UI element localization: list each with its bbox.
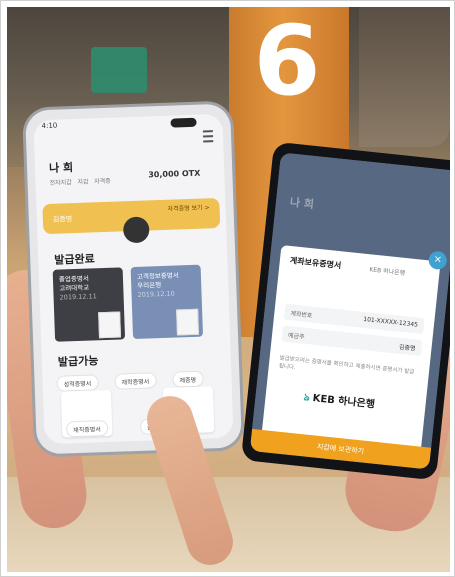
sub-item-license[interactable]: 자격증 bbox=[94, 178, 111, 186]
user-name: 나 희 bbox=[48, 161, 74, 175]
document-icon bbox=[98, 311, 122, 339]
modal-bank-tag: KEB 하나은행 bbox=[369, 266, 406, 278]
issued-card-date: 2019.12.10 bbox=[137, 289, 175, 299]
photo-frame: 6 4:10 나 희 30,000 OTX 전자지갑 지갑 자격증 김증명 자격… bbox=[0, 0, 455, 577]
wallet-app-screen: 4:10 나 희 30,000 OTX 전자지갑 지갑 자격증 김증명 자격증명… bbox=[33, 113, 234, 445]
camera-notch bbox=[170, 117, 197, 128]
section-available-title: 발급가능 bbox=[57, 354, 99, 369]
issued-card-customer[interactable]: 고객정보증명서 우리은행 2019.12.10 bbox=[130, 264, 204, 340]
bank-mark-icon: ঌ bbox=[303, 392, 311, 404]
document-icon bbox=[176, 308, 199, 336]
modal-note: 발급받으려는 증명서를 확인하고 제출하시면 증명서가 발급됩니다. bbox=[278, 355, 415, 376]
sub-item-wallet[interactable]: 전자지갑 bbox=[49, 179, 71, 187]
background-person bbox=[359, 7, 450, 147]
sub-menu: 전자지갑 지갑 자격증 bbox=[49, 176, 110, 187]
bank-logo-text: KEB 하나은행 bbox=[312, 393, 376, 411]
identity-card-label: 김증명 bbox=[52, 215, 73, 224]
status-time: 4:10 bbox=[41, 121, 58, 131]
available-pill[interactable]: 재학증명서 bbox=[114, 372, 157, 390]
sub-item-purse[interactable]: 지갑 bbox=[77, 179, 88, 186]
field-value: 김증명 bbox=[398, 343, 416, 353]
bank-app-screen: 나 희 × 계좌보유증명서 KEB 하나은행 계좌번호 101-XXXXX-12… bbox=[249, 152, 450, 470]
pillar-number: 6 bbox=[253, 7, 321, 117]
profile-avatar[interactable] bbox=[122, 216, 150, 244]
right-phone: 나 희 × 계좌보유증명서 KEB 하나은행 계좌번호 101-XXXXX-12… bbox=[240, 141, 450, 481]
issued-card-graduation[interactable]: 졸업증명서 고려대학교 2019.12.11 bbox=[52, 267, 126, 342]
field-label: 예금주 bbox=[287, 332, 305, 341]
identity-card-link[interactable]: 자격증명 보기 > bbox=[167, 202, 209, 212]
background-green-box bbox=[91, 47, 147, 93]
modal-title: 계좌보유증명서 bbox=[289, 255, 342, 271]
available-pill[interactable]: 재직증명서 bbox=[65, 419, 109, 438]
bank-logo: ঌ KEB 하나은행 bbox=[303, 388, 376, 414]
issued-card-date: 2019.12.11 bbox=[59, 292, 97, 302]
point-balance: 30,000 OTX bbox=[148, 168, 201, 180]
section-issued-title: 발급완료 bbox=[54, 252, 95, 267]
available-pill[interactable]: 제증명 bbox=[172, 370, 204, 388]
left-phone: 4:10 나 희 30,000 OTX 전자지갑 지갑 자격증 김증명 자격증명… bbox=[25, 103, 242, 455]
field-label: 계좌번호 bbox=[289, 310, 313, 320]
available-pill[interactable]: 성적증명서 bbox=[56, 374, 99, 392]
photo: 6 4:10 나 희 30,000 OTX 전자지갑 지갑 자격증 김증명 자격… bbox=[7, 7, 450, 572]
field-value: 101-XXXXX-12345 bbox=[362, 315, 419, 329]
menu-icon[interactable] bbox=[202, 130, 214, 143]
